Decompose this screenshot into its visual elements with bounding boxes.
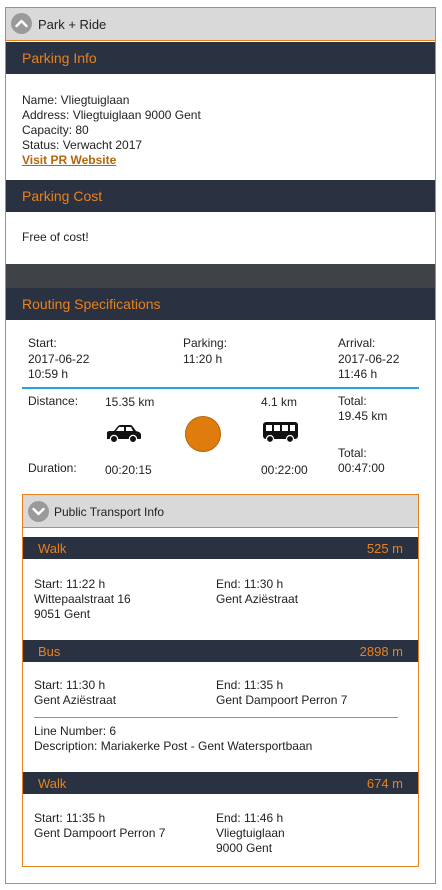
leg-divider xyxy=(34,717,398,718)
leg-distance: 2898 m xyxy=(359,644,403,659)
start-time: 10:59 h xyxy=(28,367,69,381)
start-label: Start: xyxy=(28,336,57,350)
leg-header: Bus 2898 m xyxy=(23,640,418,662)
parking-marker-icon xyxy=(185,416,221,452)
car-distance: 15.35 km xyxy=(105,395,155,409)
distance-label: Distance: xyxy=(28,394,79,408)
leg-end-place: Gent Aziëstraat xyxy=(216,592,299,606)
leg-end-time: End: 11:30 h xyxy=(216,577,284,591)
leg-end-time: End: 11:35 h xyxy=(216,678,284,692)
total-duration: 00:47:00 xyxy=(338,461,385,475)
routing-divider xyxy=(22,387,419,389)
leg-mode: Bus xyxy=(38,644,61,659)
total-duration-label: Total: xyxy=(338,446,367,460)
line-number: Line Number: 6 xyxy=(34,724,117,738)
leg-header: Walk 525 m xyxy=(23,537,418,559)
parking-info-header: Parking Info xyxy=(6,42,435,74)
arrival-time: 11:46 h xyxy=(338,367,378,381)
public-transport-accordion-header[interactable]: Public Transport Info xyxy=(23,495,418,528)
chevron-up-icon[interactable] xyxy=(11,13,32,34)
bus-distance: 4.1 km xyxy=(261,395,298,409)
duration-label: Duration: xyxy=(28,461,77,475)
leg-header: Walk 674 m xyxy=(23,772,418,794)
leg-distance: 525 m xyxy=(366,541,403,556)
arrival-date: 2017-06-22 xyxy=(338,352,400,366)
parking-capacity: Capacity: 80 xyxy=(22,123,89,137)
park-ride-accordion-header[interactable]: Park + Ride xyxy=(6,8,435,41)
public-transport-panel: Public Transport Info Walk 525 m Start: … xyxy=(22,494,419,867)
leg-end-time: End: 11:46 h xyxy=(216,811,284,825)
start-date: 2017-06-22 xyxy=(28,352,90,366)
parking-name: Name: Vliegtuiglaan xyxy=(22,93,130,107)
leg-start-place-2: 9051 Gent xyxy=(34,607,91,621)
parking-cost-title: Parking Cost xyxy=(22,188,103,204)
pr-website-link[interactable]: Visit PR Website xyxy=(22,153,116,168)
leg-end-place-2: 9000 Gent xyxy=(216,841,273,855)
car-icon xyxy=(105,424,142,444)
leg-mode: Walk xyxy=(38,541,67,556)
leg-start-time: Start: 11:22 h xyxy=(34,577,106,591)
arrival-label: Arrival: xyxy=(338,336,376,350)
leg-end-place: Gent Dampoort Perron 7 xyxy=(216,693,348,707)
car-duration: 00:20:15 xyxy=(105,463,152,477)
leg-mode: Walk xyxy=(38,776,67,791)
chevron-down-icon[interactable] xyxy=(28,501,49,522)
leg-start-place: Gent Dampoort Perron 7 xyxy=(34,826,166,840)
parking-cost-header: Parking Cost xyxy=(6,180,435,212)
leg-distance: 674 m xyxy=(366,776,403,791)
line-description: Description: Mariakerke Post - Gent Wate… xyxy=(34,739,313,753)
routing-header: Routing Specifications xyxy=(6,288,435,320)
accordion-title: Park + Ride xyxy=(38,17,107,32)
parking-time: 11:20 h xyxy=(183,352,223,366)
leg-start-time: Start: 11:30 h xyxy=(34,678,106,692)
public-transport-title: Public Transport Info xyxy=(54,505,165,519)
leg-end-place: Vliegtuiglaan xyxy=(216,826,285,840)
parking-status: Status: Verwacht 2017 xyxy=(22,138,143,152)
leg-start-time: Start: 11:35 h xyxy=(34,811,106,825)
bus-duration: 00:22:00 xyxy=(261,463,308,477)
parking-label: Parking: xyxy=(183,336,228,350)
park-ride-panel: Park + Ride Parking Info Name: Vliegtuig… xyxy=(5,7,436,884)
routing-title: Routing Specifications xyxy=(22,296,161,312)
parking-address: Address: Vliegtuiglaan 9000 Gent xyxy=(22,108,201,122)
bus-icon xyxy=(262,421,299,444)
leg-start-place: Wittepaalstraat 16 xyxy=(34,592,131,606)
leg-start-place: Gent Aziëstraat xyxy=(34,693,117,707)
parking-info-title: Parking Info xyxy=(22,50,97,66)
section-divider xyxy=(6,264,435,288)
parking-cost-text: Free of cost! xyxy=(22,230,89,244)
total-distance-label: Total: xyxy=(338,394,367,408)
total-distance: 19.45 km xyxy=(338,409,388,423)
